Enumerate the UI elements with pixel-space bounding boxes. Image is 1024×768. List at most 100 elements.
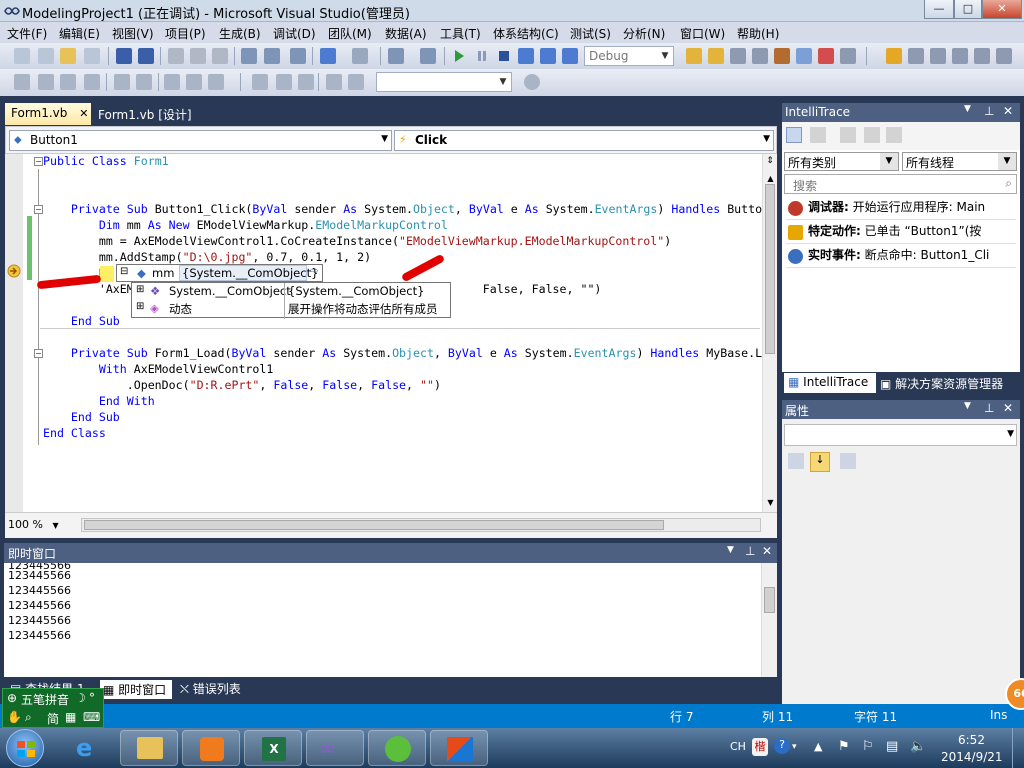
format-icon[interactable] — [290, 48, 306, 64]
query-icon[interactable] — [84, 74, 100, 90]
menu-test[interactable]: 测试(S) — [570, 25, 611, 42]
intellitrace-event[interactable]: 实时事件: 断点命中: Button1_Cli — [786, 246, 1016, 268]
align-right-icon[interactable] — [208, 74, 224, 90]
undo-icon[interactable] — [320, 48, 336, 64]
network-icon[interactable]: ▤ — [886, 739, 898, 754]
collapse-icon[interactable]: − — [34, 205, 43, 214]
stop-debugging-icon[interactable] — [496, 48, 512, 64]
grid-icon[interactable]: ▦ — [65, 710, 76, 724]
intellitrace-event[interactable]: 调试器: 开始运行应用程序: Main — [786, 198, 1016, 220]
dropdown-icon[interactable]: ▼ — [727, 545, 734, 555]
office-task-button[interactable] — [430, 730, 488, 766]
menu-file[interactable]: 文件(F) — [7, 25, 47, 42]
toolbar-icon-d[interactable] — [974, 48, 990, 64]
maximize-button[interactable]: □ — [954, 0, 982, 19]
collapse-icon[interactable]: − — [34, 157, 43, 166]
code-line[interactable]: Private Sub Button1_Click(ByVal sender A… — [43, 201, 762, 217]
tab-immediate[interactable]: ▦ 即时窗口 — [100, 680, 172, 699]
ime-mode[interactable]: 简 — [47, 710, 59, 727]
close-icon[interactable]: ✕ — [762, 544, 772, 558]
clock-date[interactable]: 2014/9/21 — [941, 750, 1003, 764]
alphabetical-icon[interactable]: ↓ — [810, 452, 830, 472]
extension-manager-icon[interactable] — [818, 48, 834, 64]
solution-config-combo[interactable]: Debug ▼ — [584, 46, 674, 66]
uncomment-icon[interactable] — [264, 48, 280, 64]
data-tip[interactable]: ⊟ ◆ mm {System.__ComObject} ⇨ — [116, 264, 323, 282]
moon-icon[interactable]: ☽ — [75, 691, 86, 705]
breakpoint-margin[interactable] — [5, 154, 23, 512]
calls-view-icon[interactable] — [810, 127, 826, 143]
event-combo[interactable]: ⚡ Click ▼ — [394, 130, 774, 151]
zoom-combo[interactable]: 100 % ▼ — [8, 518, 68, 534]
keyboard-icon[interactable]: ⌨ — [83, 710, 100, 724]
restart-icon[interactable] — [518, 48, 534, 64]
toolbar-icon-b[interactable] — [930, 48, 946, 64]
menu-data[interactable]: 数据(A) — [385, 25, 427, 42]
solution-explorer-icon[interactable] — [708, 48, 724, 64]
indent-icon[interactable] — [276, 74, 292, 90]
object-selector[interactable]: ▼ — [784, 424, 1017, 446]
navigate-forward-icon[interactable] — [420, 48, 436, 64]
sql-icon[interactable] — [60, 74, 76, 90]
dropdown-icon[interactable]: ▼ — [964, 104, 971, 114]
code-line[interactable]: .OpenDoc("D:R.ePrt", False, False, False… — [43, 377, 441, 393]
menu-help[interactable]: 帮助(H) — [737, 25, 779, 42]
save-icon[interactable] — [116, 48, 132, 64]
media-player-task-button[interactable] — [182, 730, 240, 766]
comment-icon[interactable] — [241, 48, 257, 64]
new-project-icon[interactable] — [14, 48, 30, 64]
scroll-up-icon[interactable]: ▲ — [765, 174, 776, 184]
thread-filter[interactable]: 所有线程 ▼ — [902, 152, 1017, 171]
close-icon[interactable]: ✕ — [1003, 104, 1013, 118]
align-center-icon[interactable] — [186, 74, 202, 90]
tab-solution-explorer[interactable]: ▣ 解决方案资源管理器 — [880, 375, 1003, 393]
menu-analyze[interactable]: 分析(N) — [623, 25, 665, 42]
explorer-task-button[interactable] — [120, 730, 178, 766]
cut-icon[interactable] — [168, 48, 184, 64]
code-line[interactable]: Public Class Form1 — [43, 154, 169, 169]
list-icon[interactable] — [298, 74, 314, 90]
outdent-icon[interactable] — [252, 74, 268, 90]
dropdown-icon[interactable]: ▼ — [964, 401, 971, 411]
vertical-scrollbar[interactable]: ⇕ ▲ ▼ — [762, 154, 777, 512]
scroll-thumb[interactable] — [764, 587, 775, 613]
datatip-row[interactable]: ⊞ ◈ 动态 展开操作将动态评估所有成员 — [132, 300, 452, 318]
ime-toolbar[interactable]: ⊕ 五笔拼音 ☽ ° ✋ ⌕ 简 ▦ ⌨ — [2, 688, 104, 728]
toolbar-icon-c[interactable] — [952, 48, 968, 64]
object-combo[interactable]: ⬥ Button1 ▼ — [9, 130, 392, 151]
code-line[interactable]: End Class — [43, 425, 106, 441]
code-line[interactable]: With AxEModelViewControl1 — [43, 361, 274, 377]
toolbox-icon[interactable] — [774, 48, 790, 64]
trace-icon[interactable] — [886, 127, 902, 143]
properties-window-icon[interactable] — [730, 48, 746, 64]
italic-icon[interactable] — [348, 74, 364, 90]
code-line[interactable]: End Sub — [43, 409, 120, 425]
categorized-icon[interactable] — [788, 453, 804, 469]
tab-error-list[interactable]: ⛌ 错误列表 — [180, 680, 241, 699]
scroll-thumb[interactable] — [84, 520, 664, 530]
datatip-row[interactable]: ⊞ ❖ System.__ComObject {System.__ComObje… — [132, 283, 452, 319]
scroll-down-icon[interactable]: ▼ — [765, 498, 776, 508]
menu-window[interactable]: 窗口(W) — [680, 25, 725, 42]
show-next-statement-icon[interactable] — [540, 48, 556, 64]
split-icon[interactable]: ⇕ — [764, 156, 776, 168]
step-into-icon[interactable] — [562, 48, 578, 64]
table-icon[interactable] — [14, 74, 30, 90]
browser-task-button[interactable] — [368, 730, 426, 766]
grid-icon[interactable] — [38, 74, 54, 90]
ime-tray-icon[interactable]: 楷 — [752, 738, 768, 756]
save-all-icon[interactable] — [138, 48, 154, 64]
datatip-value[interactable]: {System.__ComObject} — [179, 265, 318, 281]
list-view-icon[interactable] — [786, 127, 802, 143]
command-window-icon[interactable] — [840, 48, 856, 64]
action-center-icon[interactable]: ⚑ — [838, 739, 850, 754]
close-icon[interactable]: ✕ — [1003, 401, 1013, 415]
menu-debug[interactable]: 调试(D) — [273, 25, 316, 42]
show-desktop-button[interactable] — [1012, 728, 1024, 768]
property-pages-icon[interactable] — [840, 453, 856, 469]
continue-icon[interactable] — [451, 48, 467, 64]
find-in-files-icon[interactable] — [686, 48, 702, 64]
horizontal-scrollbar[interactable] — [81, 518, 761, 532]
menu-edit[interactable]: 编辑(E) — [59, 25, 100, 42]
add-item-icon[interactable] — [38, 48, 54, 64]
